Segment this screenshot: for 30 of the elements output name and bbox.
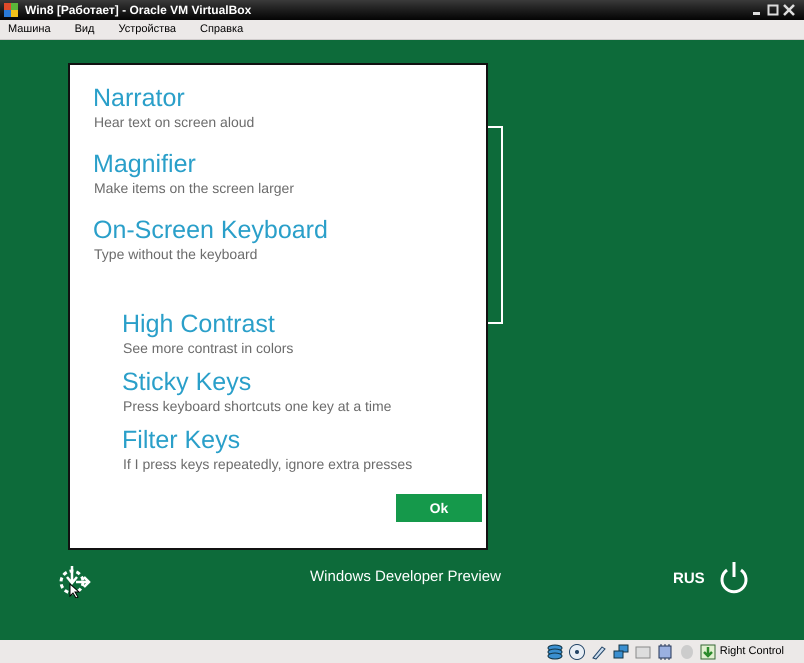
option-description: Press keyboard shortcuts one key at a time — [122, 397, 392, 415]
host-key-label: Right Control — [720, 644, 784, 660]
menu-item[interactable]: Справка — [196, 21, 248, 38]
download-arrow-icon[interactable] — [700, 644, 716, 660]
window-title: Win8 [Работает] - Oracle VM VirtualBox — [25, 2, 252, 19]
network-icon[interactable] — [612, 642, 630, 660]
option-title[interactable]: Sticky Keys — [122, 367, 486, 397]
disk-icon[interactable] — [546, 642, 564, 660]
option-title[interactable]: Magnifier — [93, 149, 486, 179]
power-icon[interactable] — [718, 560, 750, 594]
app-icon — [3, 2, 19, 18]
option-title[interactable]: Narrator — [93, 83, 486, 113]
option-description: If I press keys repeatedly, ignore extra presses — [122, 455, 414, 473]
option-title[interactable]: On-Screen Keyboard — [93, 215, 486, 245]
menu-item[interactable]: Машина — [4, 21, 55, 38]
option-description: Make items on the screen larger — [93, 179, 295, 197]
menu-item[interactable]: Вид — [70, 21, 98, 38]
menu-item[interactable]: Устройства — [114, 21, 180, 38]
cd-icon[interactable] — [568, 642, 586, 660]
option-title[interactable]: Filter Keys — [122, 425, 486, 455]
option-title[interactable]: High Contrast — [122, 309, 486, 339]
option-description: Type without the keyboard — [93, 245, 258, 263]
option-description: See more contrast in colors — [122, 339, 294, 357]
language-indicator[interactable]: RUS — [673, 568, 705, 590]
close-icon[interactable] — [783, 4, 795, 16]
ok-button[interactable]: Ok — [396, 494, 482, 522]
caption-text: Windows Developer Preview — [310, 567, 501, 587]
chip-icon[interactable] — [656, 642, 674, 660]
option-description: Hear text on screen aloud — [93, 113, 256, 131]
maximize-icon[interactable] — [767, 4, 779, 16]
